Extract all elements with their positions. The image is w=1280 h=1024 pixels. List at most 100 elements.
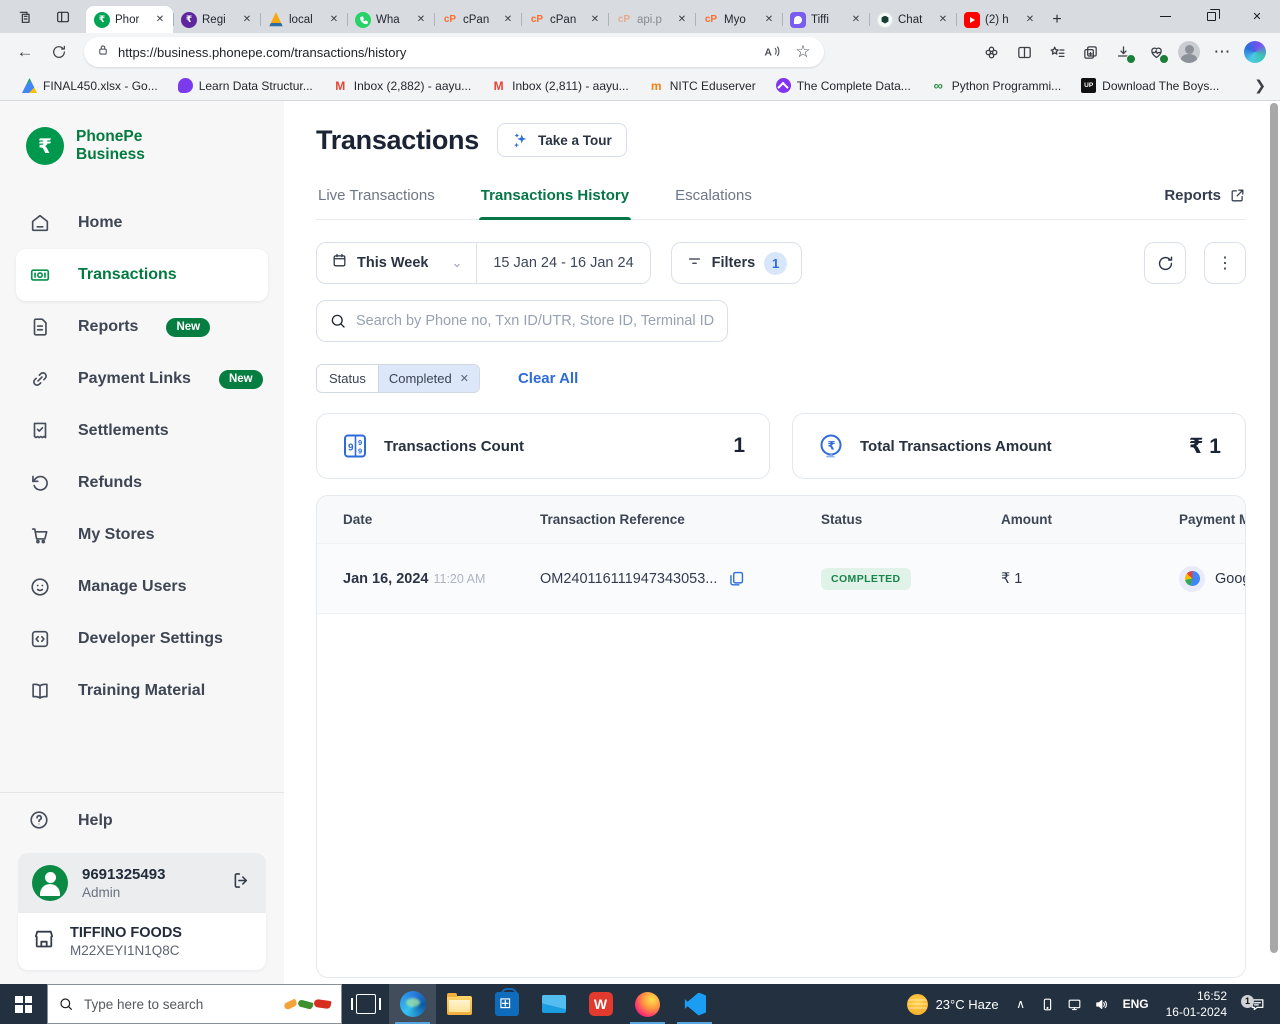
sidebar-item-settlements[interactable]: Settlements	[0, 405, 284, 457]
sidebar-item-my-stores[interactable]: My Stores	[0, 509, 284, 561]
taskbar-clock[interactable]: 16:52 16-01-2024	[1158, 988, 1235, 1020]
browser-tab-api[interactable]: cP api.p ✕	[608, 6, 695, 33]
search-input[interactable]	[356, 313, 715, 329]
vertical-tabs-icon[interactable]	[46, 4, 80, 30]
taskbar-edge[interactable]	[389, 984, 436, 1024]
bookmarks-overflow-icon[interactable]: ❯	[1254, 77, 1266, 94]
profile-avatar[interactable]	[1174, 37, 1204, 67]
browser-tab-localhost[interactable]: local ✕	[260, 6, 347, 33]
bookmark-item[interactable]: M Inbox (2,811) - aayu...	[483, 75, 637, 96]
sidebar-item-manage-users[interactable]: Manage Users	[0, 561, 284, 613]
logout-icon[interactable]	[231, 870, 252, 896]
sidebar-item-home[interactable]: Home	[0, 197, 284, 249]
more-options-button[interactable]: ⋮	[1204, 242, 1246, 284]
refresh-table-button[interactable]	[1144, 242, 1186, 284]
sidebar-item-refunds[interactable]: Refunds	[0, 457, 284, 509]
tab-close-icon[interactable]: ✕	[327, 14, 341, 25]
browser-tab-cpanel-1[interactable]: cP cPan ✕	[434, 6, 521, 33]
address-bar[interactable]: https://business.phonepe.com/transaction…	[84, 37, 824, 67]
taskbar-weather[interactable]: 23°C Haze	[897, 984, 1009, 1024]
favorites-list-icon[interactable]	[1042, 37, 1072, 67]
tray-expand-icon[interactable]: ∧	[1009, 989, 1033, 1019]
back-icon[interactable]: ←	[10, 37, 40, 67]
close-button[interactable]: ✕	[1234, 0, 1280, 33]
taskbar-wps[interactable]: W	[577, 984, 624, 1024]
reports-link[interactable]: Reports	[1164, 187, 1246, 219]
tab-close-icon[interactable]: ✕	[501, 14, 515, 25]
tab-transactions-history[interactable]: Transactions History	[478, 187, 632, 220]
taskbar-vscode[interactable]	[671, 984, 718, 1024]
refresh-icon[interactable]	[44, 37, 74, 67]
bookmark-item[interactable]: The Complete Data...	[768, 75, 919, 96]
bookmark-item[interactable]: Learn Data Structur...	[170, 75, 321, 96]
url-text[interactable]: https://business.phonepe.com/transaction…	[118, 45, 756, 60]
volume-icon[interactable]	[1090, 989, 1114, 1019]
task-view-button[interactable]	[342, 984, 389, 1024]
search-highlight-image[interactable]	[283, 998, 332, 1010]
chip-status-value[interactable]: Completed ✕	[377, 365, 479, 392]
downloads-icon[interactable]	[1108, 37, 1138, 67]
minimize-button[interactable]	[1142, 0, 1188, 33]
sidebar-item-transactions[interactable]: Transactions	[16, 249, 268, 301]
tab-close-icon[interactable]: ✕	[153, 14, 167, 25]
sidebar-item-training-material[interactable]: Training Material	[0, 665, 284, 717]
tab-close-icon[interactable]: ✕	[762, 14, 776, 25]
bookmark-item[interactable]: FINAL450.xlsx - Go...	[14, 75, 166, 96]
taskbar-search-input[interactable]	[84, 996, 274, 1012]
date-period-dropdown[interactable]: This Week ⌄	[317, 243, 476, 283]
workspaces-icon[interactable]	[8, 4, 42, 30]
browser-tab-youtube[interactable]: (2) h ✕	[956, 6, 1043, 33]
browser-tab-register[interactable]: ₹ Regi ✕	[173, 6, 260, 33]
tab-close-icon[interactable]: ✕	[936, 14, 950, 25]
browser-essentials-icon[interactable]	[1141, 37, 1171, 67]
browser-tab-whatsapp[interactable]: Wha ✕	[347, 6, 434, 33]
settings-more-icon[interactable]: ⋯	[1207, 37, 1237, 67]
copilot-icon[interactable]	[1240, 37, 1270, 67]
date-range-value[interactable]: 15 Jan 24 - 16 Jan 24	[477, 243, 649, 283]
split-screen-icon[interactable]	[1009, 37, 1039, 67]
sidebar-item-help[interactable]: Help	[0, 793, 284, 849]
taskbar-file-explorer[interactable]	[436, 984, 483, 1024]
tab-close-icon[interactable]: ✕	[240, 14, 254, 25]
chip-remove-icon[interactable]: ✕	[460, 372, 469, 385]
sidebar-item-developer-settings[interactable]: Developer Settings	[0, 613, 284, 665]
bookmark-item[interactable]: UP Download The Boys...	[1073, 75, 1227, 96]
phonepe-business-logo[interactable]: ₹ PhonePe Business	[0, 101, 284, 175]
read-aloud-icon[interactable]: A	[756, 37, 786, 67]
taskbar-search[interactable]	[47, 984, 342, 1024]
taskbar-firefox[interactable]	[624, 984, 671, 1024]
sidebar-item-payment-links[interactable]: Payment Links New	[0, 353, 284, 405]
tab-close-icon[interactable]: ✕	[849, 14, 863, 25]
tab-escalations[interactable]: Escalations	[673, 187, 754, 219]
page-scrollbar[interactable]	[1270, 103, 1278, 953]
tab-close-icon[interactable]: ✕	[588, 14, 602, 25]
browser-tab-tiffino[interactable]: Tiffi ✕	[782, 6, 869, 33]
start-button[interactable]	[0, 984, 47, 1024]
language-indicator[interactable]: ENG	[1117, 997, 1155, 1011]
filters-button[interactable]: Filters 1	[670, 242, 803, 284]
bookmark-item[interactable]: M Inbox (2,882) - aayu...	[325, 75, 479, 96]
lock-icon[interactable]	[96, 43, 110, 62]
browser-tab-myo[interactable]: cP Myo ✕	[695, 6, 782, 33]
bookmark-item[interactable]: ∞ Python Programmi...	[923, 75, 1069, 96]
bookmark-item[interactable]: m NITC Eduserver	[641, 75, 764, 96]
browser-tab-phonepe[interactable]: ₹ Phor ✕	[86, 6, 173, 33]
action-center-button[interactable]: 1	[1238, 994, 1276, 1013]
tab-close-icon[interactable]: ✕	[675, 14, 689, 25]
extensions-icon[interactable]	[976, 37, 1006, 67]
browser-tab-cpanel-2[interactable]: cP cPan ✕	[521, 6, 608, 33]
clear-all-link[interactable]: Clear All	[518, 370, 578, 387]
taskbar-ms-store[interactable]	[483, 984, 530, 1024]
browser-tab-chatgpt[interactable]: Chat ✕	[869, 6, 956, 33]
favorite-star-icon[interactable]: ☆	[788, 37, 818, 67]
take-a-tour-button[interactable]: Take a Tour	[496, 123, 627, 157]
new-tab-button[interactable]: +	[1043, 6, 1071, 33]
table-row[interactable]: Jan 16, 2024 11:20 AM OM24011611194734305…	[317, 544, 1245, 614]
merchant-card[interactable]: TIFFINO FOODS M22XEYI1N1Q8C	[18, 913, 266, 970]
network-icon[interactable]	[1063, 989, 1087, 1019]
tab-close-icon[interactable]: ✕	[414, 14, 428, 25]
sidebar-item-reports[interactable]: Reports New	[0, 301, 284, 353]
account-card[interactable]: 9691325493 Admin	[18, 853, 266, 913]
taskbar-mail[interactable]	[530, 984, 577, 1024]
collections-icon[interactable]	[1075, 37, 1105, 67]
